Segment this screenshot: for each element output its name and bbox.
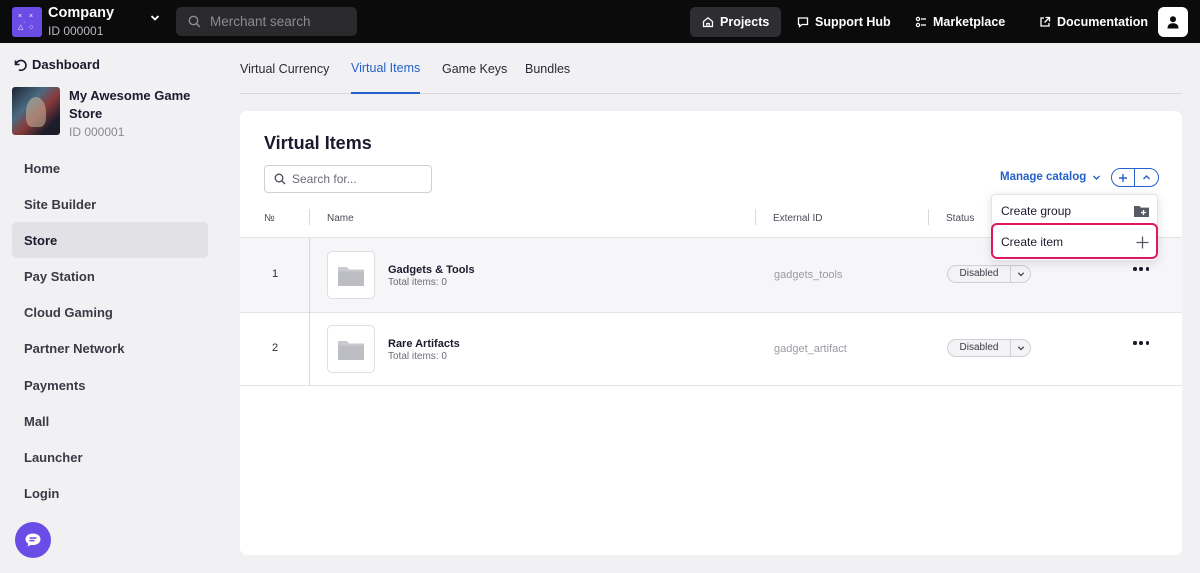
menu-item-create-group-label: Create group bbox=[1001, 204, 1072, 218]
sidebar-item-pay-station[interactable]: Pay Station bbox=[12, 258, 208, 294]
sidebar-item-store[interactable]: Store bbox=[12, 222, 208, 258]
home-icon bbox=[702, 16, 714, 28]
column-header-external-id: External ID bbox=[773, 213, 823, 224]
folder-icon bbox=[338, 266, 364, 286]
catalog-card: Virtual Items Manage catalog № Name Exte… bbox=[240, 111, 1182, 555]
row-external-id: gadget_artifact bbox=[774, 343, 847, 355]
nav-projects[interactable]: Projects bbox=[690, 7, 782, 37]
company-name: Company bbox=[48, 5, 115, 21]
row-external-id: gadgets_tools bbox=[774, 269, 843, 281]
project-thumbnail bbox=[12, 87, 60, 135]
tab-game-keys[interactable]: Game Keys bbox=[442, 43, 507, 94]
row-name[interactable]: Rare Artifacts bbox=[388, 338, 460, 350]
user-icon bbox=[1167, 16, 1179, 29]
sidebar-item-partner-network[interactable]: Partner Network bbox=[12, 330, 208, 366]
back-to-dashboard-label: Dashboard bbox=[32, 57, 100, 72]
status-dropdown[interactable]: Disabled bbox=[947, 265, 1031, 283]
merchant-search-input[interactable] bbox=[210, 14, 350, 29]
sidebar-item-cloud-gaming[interactable]: Cloud Gaming bbox=[12, 294, 208, 330]
column-divider bbox=[309, 238, 310, 386]
tab-virtual-items[interactable]: Virtual Items bbox=[351, 43, 421, 94]
item-search-input[interactable] bbox=[292, 172, 422, 186]
back-to-dashboard[interactable]: Dashboard bbox=[12, 57, 100, 72]
manage-catalog-button[interactable]: Manage catalog bbox=[1000, 171, 1101, 183]
plus-icon bbox=[1136, 236, 1149, 248]
user-menu-button[interactable] bbox=[1158, 7, 1188, 37]
nav-documentation-label: Documentation bbox=[1057, 15, 1148, 29]
chevron-down-icon bbox=[1017, 346, 1024, 351]
grid-icon bbox=[915, 16, 926, 28]
row-total-items: Total items: 0 bbox=[388, 277, 447, 288]
chevron-down-icon[interactable] bbox=[150, 13, 160, 23]
add-menu-toggle[interactable] bbox=[1135, 169, 1158, 186]
folder-icon bbox=[338, 340, 364, 360]
company-id: ID 000001 bbox=[48, 24, 104, 38]
back-arrow-icon bbox=[14, 59, 27, 71]
status-dropdown[interactable]: Disabled bbox=[947, 339, 1031, 357]
nav-support-hub-label: Support Hub bbox=[815, 15, 891, 29]
chevron-down-icon bbox=[1093, 175, 1101, 180]
sidebar: Dashboard My Awesome Game Store ID 00000… bbox=[0, 43, 220, 573]
row-thumbnail bbox=[327, 251, 375, 299]
chat-bubble-icon bbox=[25, 533, 41, 547]
sidebar-item-payments[interactable]: Payments bbox=[12, 367, 208, 403]
tab-bundles[interactable]: Bundles bbox=[525, 43, 570, 94]
external-link-icon bbox=[1040, 16, 1051, 27]
plus-icon bbox=[1119, 173, 1127, 182]
row-total-items: Total items: 0 bbox=[388, 351, 447, 362]
project-id: ID 000001 bbox=[69, 125, 125, 139]
nav-projects-label: Projects bbox=[720, 15, 770, 29]
column-header-status: Status bbox=[946, 213, 975, 224]
top-bar: ×× · △○ Company ID 000001 Projects Suppo… bbox=[0, 0, 1200, 43]
add-split-button bbox=[1111, 168, 1159, 187]
row-more-menu[interactable] bbox=[1133, 264, 1149, 274]
nav-documentation[interactable]: Documentation bbox=[1027, 7, 1160, 37]
chat-icon bbox=[797, 17, 809, 28]
add-dropdown-menu: Create group Create item bbox=[991, 194, 1158, 261]
project-name: My Awesome Game Store bbox=[69, 88, 191, 121]
column-divider bbox=[309, 209, 310, 225]
column-divider bbox=[928, 209, 929, 225]
row-more-menu[interactable] bbox=[1133, 338, 1149, 348]
sidebar-item-launcher[interactable]: Launcher bbox=[12, 439, 208, 475]
row-name[interactable]: Gadgets & Tools bbox=[388, 264, 475, 276]
status-label: Disabled bbox=[948, 340, 1011, 356]
item-search[interactable] bbox=[264, 165, 432, 193]
company-switcher[interactable]: × × · △ ○ Company ID 000001 bbox=[12, 5, 114, 38]
tab-virtual-currency[interactable]: Virtual Currency bbox=[240, 43, 329, 94]
sidebar-item-site-builder[interactable]: Site Builder bbox=[12, 186, 208, 222]
page-title: Virtual Items bbox=[264, 133, 372, 153]
chevron-down-icon bbox=[1017, 272, 1024, 277]
row-number: 2 bbox=[271, 342, 279, 354]
tab-bar: Virtual Currency Virtual Items Game Keys… bbox=[240, 43, 1182, 94]
search-icon bbox=[188, 15, 201, 28]
column-divider bbox=[755, 209, 756, 225]
folder-plus-icon bbox=[1134, 206, 1149, 217]
row-thumbnail bbox=[327, 325, 375, 373]
sidebar-item-home[interactable]: Home bbox=[12, 150, 208, 186]
menu-item-create-item-label: Create item bbox=[1001, 235, 1064, 249]
nav-marketplace[interactable]: Marketplace bbox=[903, 7, 1017, 37]
company-logo: × × · △ ○ bbox=[12, 6, 42, 37]
merchant-search[interactable] bbox=[176, 7, 357, 36]
support-chat-button[interactable] bbox=[15, 522, 51, 558]
table-row[interactable]: 2 Rare Artifacts Total items: 0 gadget_a… bbox=[240, 312, 1182, 386]
search-icon bbox=[274, 173, 286, 185]
manage-catalog-label: Manage catalog bbox=[1000, 171, 1087, 183]
sidebar-item-login[interactable]: Login bbox=[12, 475, 208, 511]
menu-item-create-item[interactable]: Create item bbox=[992, 227, 1159, 257]
column-header-name: Name bbox=[327, 213, 354, 224]
add-button[interactable] bbox=[1112, 169, 1135, 186]
column-header-number: № bbox=[264, 213, 275, 224]
menu-item-create-group[interactable]: Create group bbox=[992, 196, 1159, 226]
status-label: Disabled bbox=[948, 266, 1011, 282]
project-info: My Awesome Game Store ID 000001 bbox=[12, 87, 209, 140]
nav-support-hub[interactable]: Support Hub bbox=[785, 7, 903, 37]
row-divider bbox=[240, 385, 1182, 386]
row-number: 1 bbox=[271, 268, 279, 280]
sidebar-item-mall[interactable]: Mall bbox=[12, 403, 208, 439]
chevron-up-icon bbox=[1143, 175, 1150, 180]
nav-marketplace-label: Marketplace bbox=[933, 15, 1006, 29]
